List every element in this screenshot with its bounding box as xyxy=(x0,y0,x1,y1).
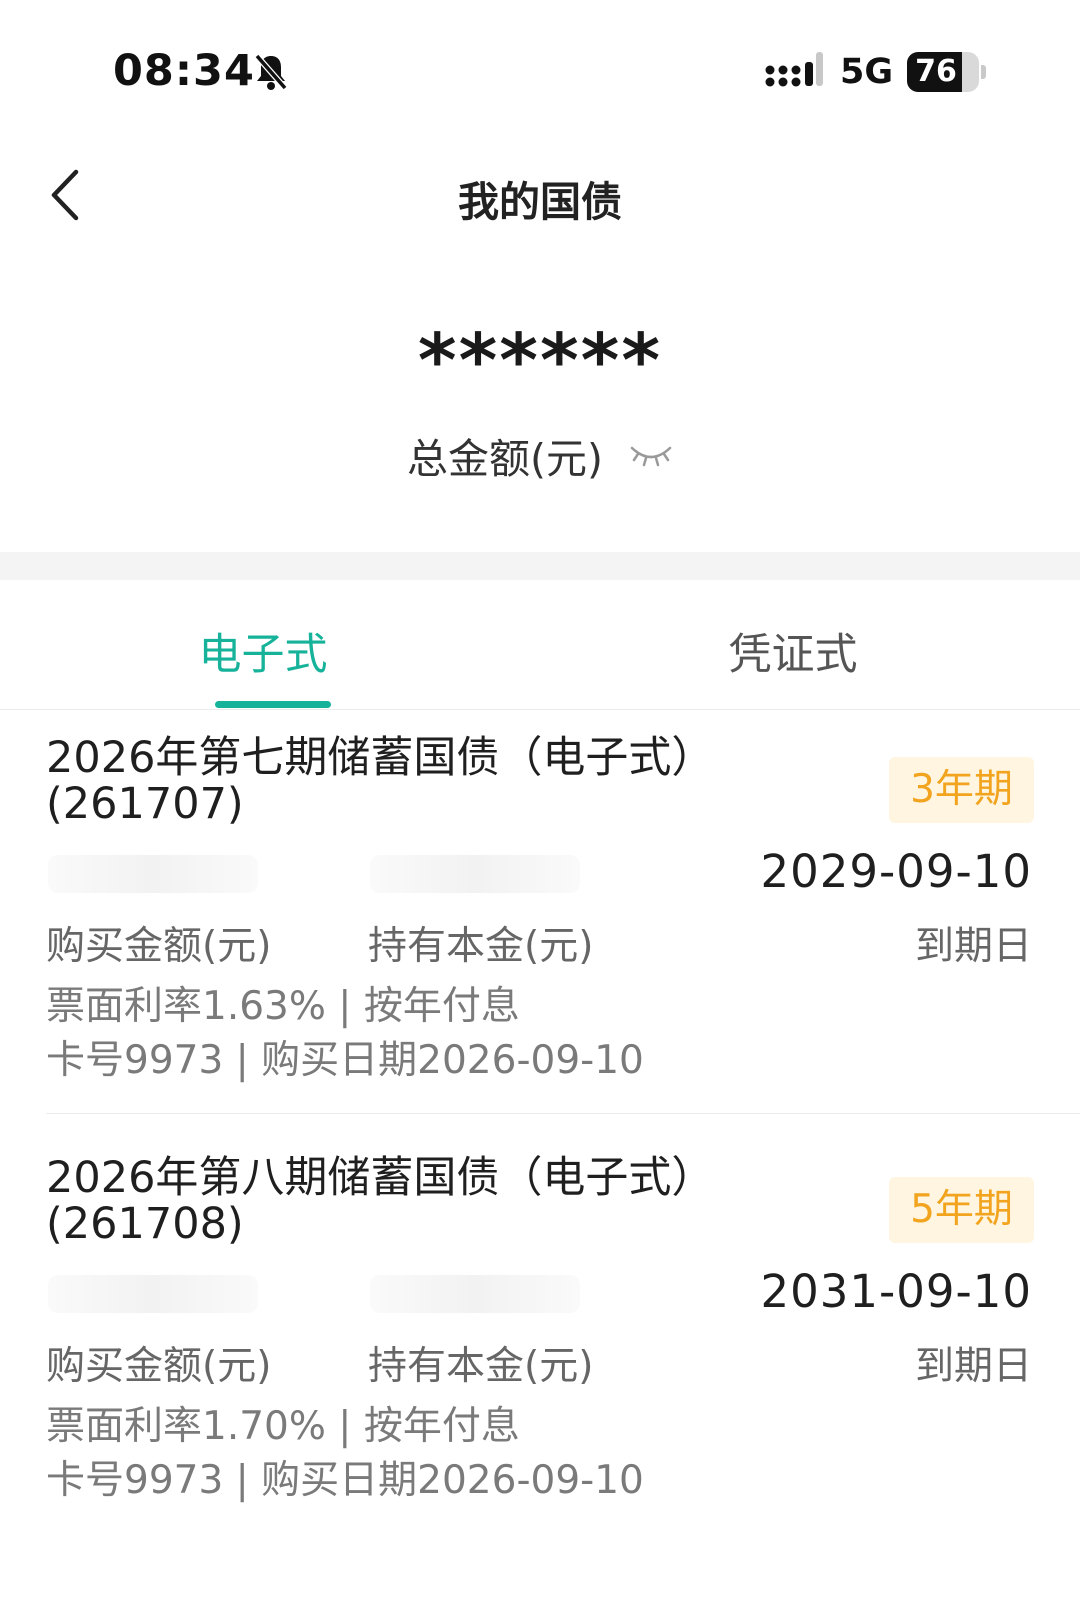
status-bar: 08:34 5G 76 xyxy=(0,0,1080,140)
coupon-info: 票面利率1.70% | 按年付息 xyxy=(46,1404,520,1449)
total-amount-label: 总金额(元) xyxy=(407,435,603,483)
bond-type-tabs: 电子式 凭证式 xyxy=(0,580,1080,710)
status-time: 08:34 xyxy=(113,46,255,96)
active-tab-indicator xyxy=(215,701,331,708)
eye-closed-icon[interactable] xyxy=(629,440,673,470)
term-badge: 5年期 xyxy=(889,1177,1034,1243)
maturity-date: 2031-09-10 xyxy=(760,1265,1032,1318)
navigation-bar: 我的国债 xyxy=(0,140,1080,250)
card-purchase-info: 卡号9973 | 购买日期2026-09-10 xyxy=(46,1038,644,1083)
purchase-amount-label: 购买金额(元) xyxy=(46,924,272,969)
bond-card[interactable]: 2026年第七期储蓄国债（电子式）(261707) 3年期 2029-09-10… xyxy=(0,735,1080,1165)
principal-label: 持有本金(元) xyxy=(368,924,594,969)
my-treasury-bonds-screen: 08:34 5G 76 我的国债 ****** 总金额(元) 电子式 凭证式 2… xyxy=(0,0,1080,1610)
tab-electronic[interactable]: 电子式 xyxy=(0,620,540,682)
tab-electronic-label: 电子式 xyxy=(198,630,328,680)
principal-label: 持有本金(元) xyxy=(368,1344,594,1389)
battery-icon: 76 xyxy=(907,52,987,92)
page-title: 我的国债 xyxy=(458,178,622,226)
hidden-purchase-amount xyxy=(48,1275,258,1313)
signal-strength-icon xyxy=(765,52,823,87)
card-purchase-info: 卡号9973 | 购买日期2026-09-10 xyxy=(46,1458,644,1503)
total-amount-label-row: 总金额(元) xyxy=(0,425,1080,485)
bond-card[interactable]: 2026年第八期储蓄国债（电子式）(261708) 5年期 2031-09-10… xyxy=(0,1155,1080,1585)
bond-title: 2026年第八期储蓄国债（电子式）(261708) xyxy=(46,1153,715,1249)
total-amount-masked: ****** xyxy=(417,318,663,404)
maturity-label: 到期日 xyxy=(914,924,1032,969)
hidden-purchase-amount xyxy=(48,855,258,893)
card-divider xyxy=(46,1113,1080,1114)
term-badge: 3年期 xyxy=(889,757,1034,823)
bond-title: 2026年第七期储蓄国债（电子式）(261707) xyxy=(46,733,715,829)
battery-level-text: 76 xyxy=(915,54,957,89)
section-divider xyxy=(0,552,1080,580)
tab-certificate-label: 凭证式 xyxy=(728,630,858,680)
bell-muted-icon xyxy=(254,54,288,90)
hidden-principal-amount xyxy=(370,1275,580,1313)
coupon-info: 票面利率1.63% | 按年付息 xyxy=(46,984,520,1029)
maturity-date: 2029-09-10 xyxy=(760,845,1032,898)
purchase-amount-label: 购买金额(元) xyxy=(46,1344,272,1389)
tab-certificate[interactable]: 凭证式 xyxy=(540,620,1080,682)
back-arrow-icon[interactable] xyxy=(44,164,90,226)
hidden-principal-amount xyxy=(370,855,580,893)
maturity-label: 到期日 xyxy=(914,1344,1032,1389)
network-type-label: 5G xyxy=(840,52,894,92)
